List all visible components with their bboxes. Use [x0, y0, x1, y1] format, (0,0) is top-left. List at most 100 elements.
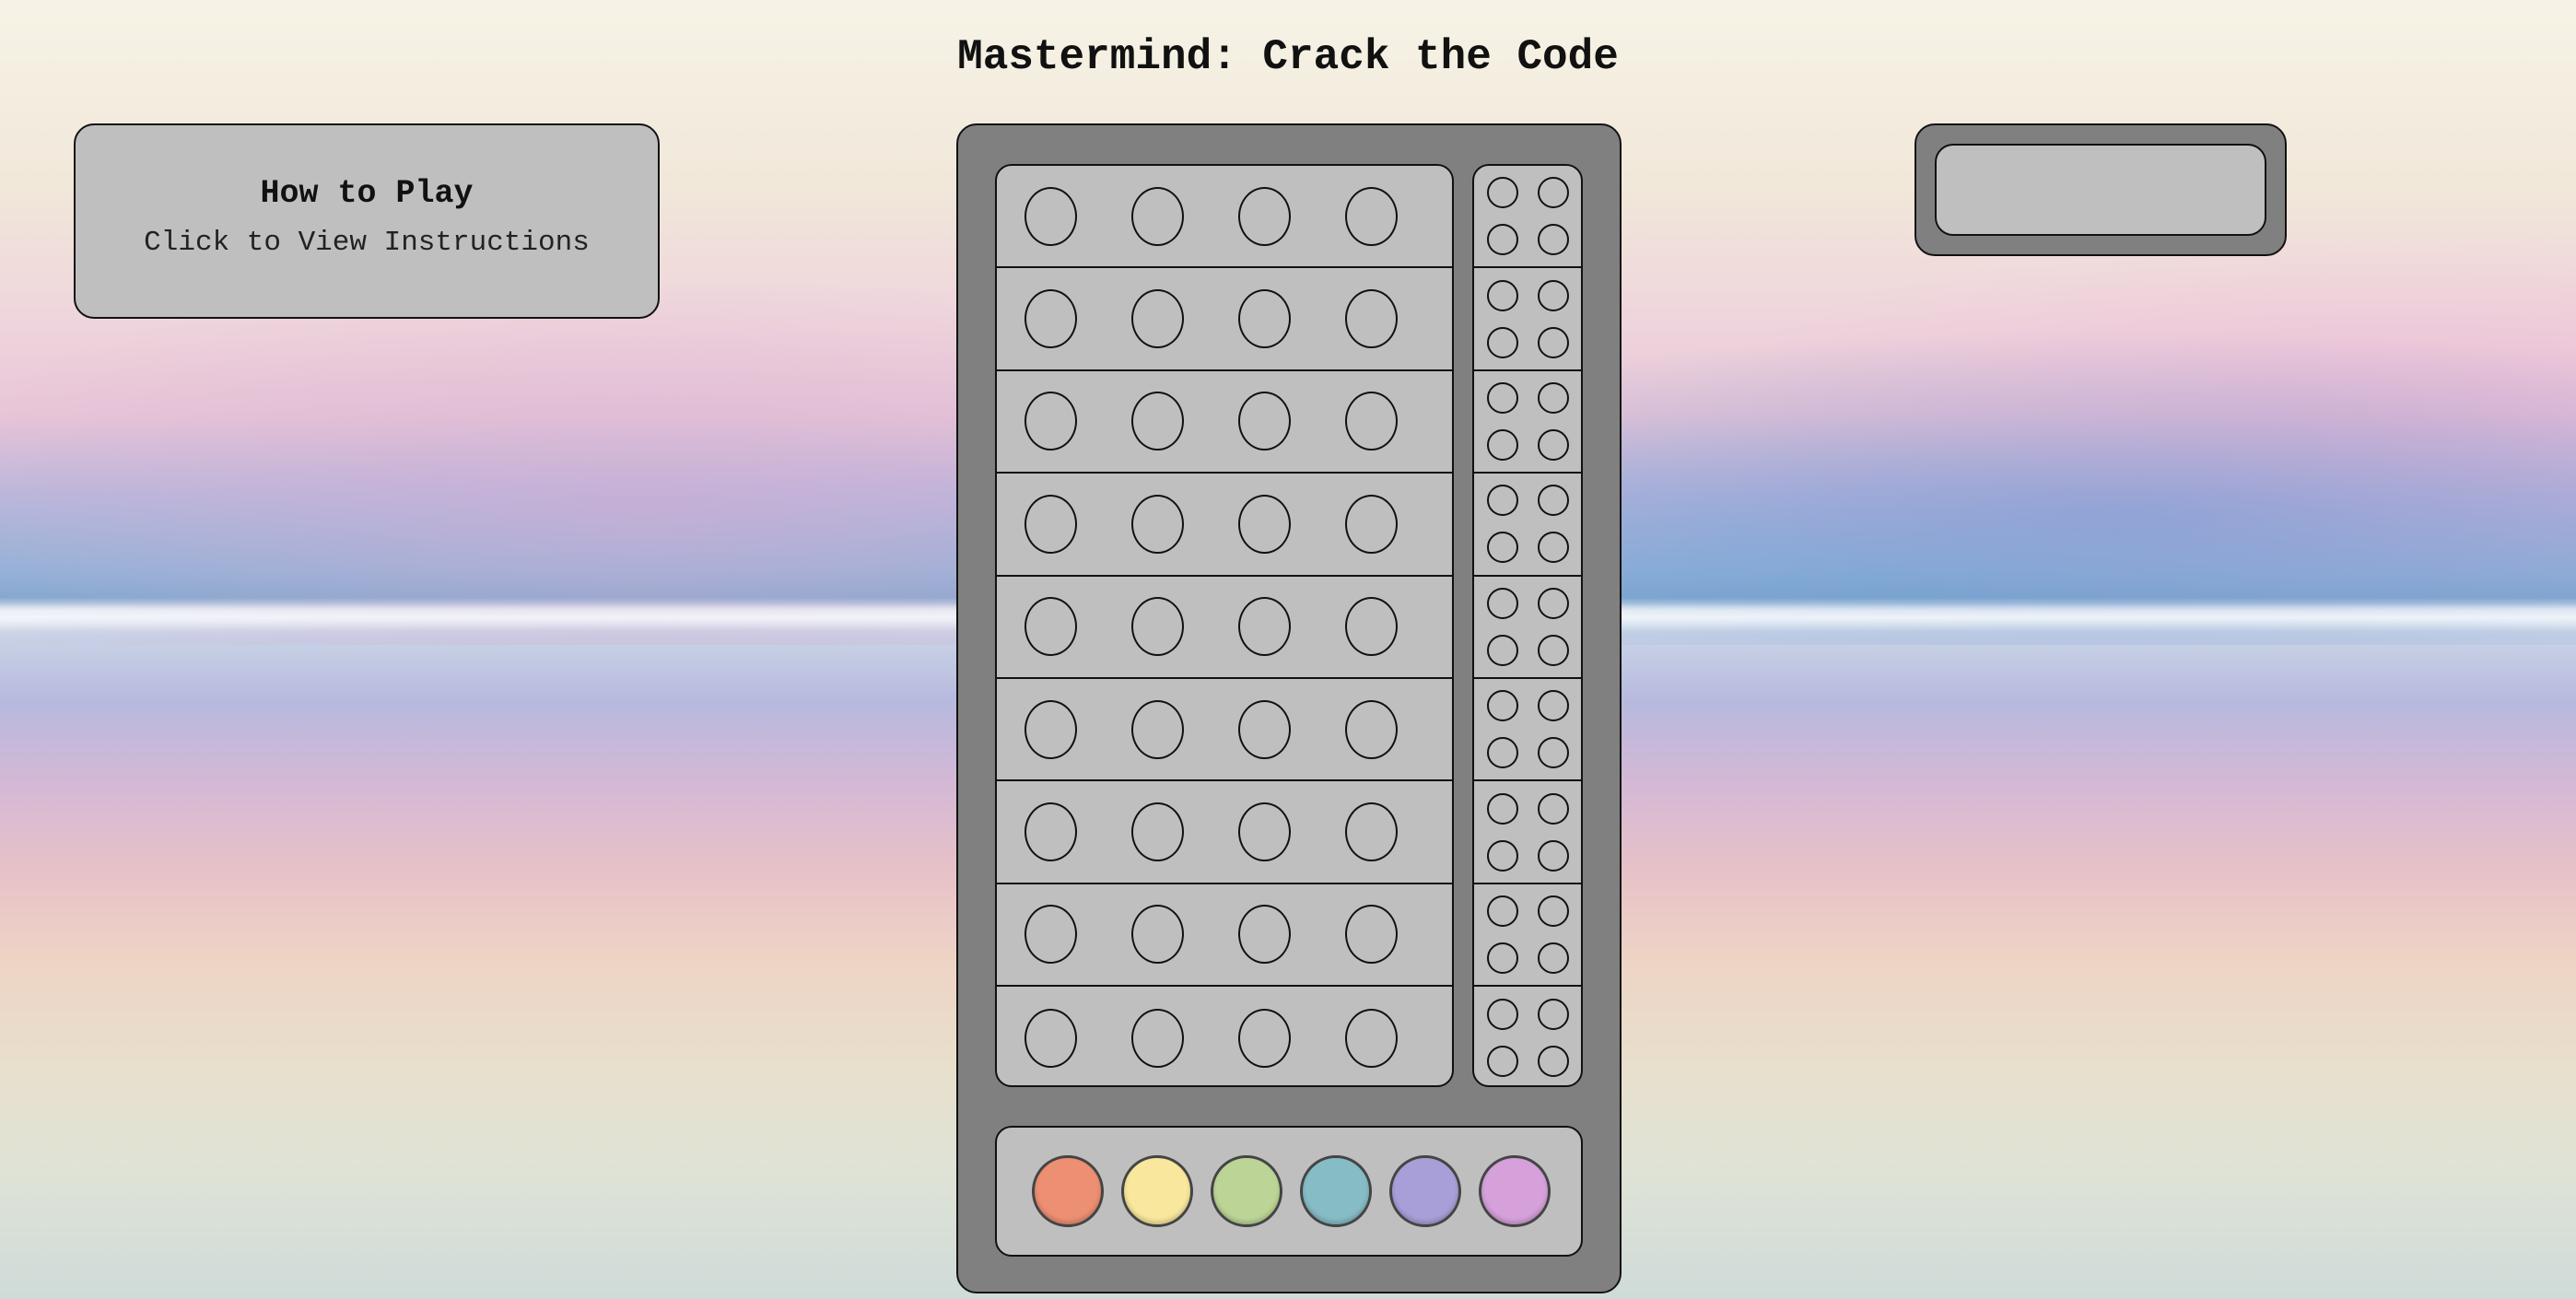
- guess-row: [997, 474, 1452, 577]
- feedback-peg-slot: [1537, 224, 1569, 256]
- guess-peg-slot[interactable]: [1025, 289, 1077, 349]
- guess-peg-slot[interactable]: [1025, 905, 1077, 965]
- guess-peg-slot[interactable]: [1025, 597, 1077, 657]
- guess-peg-slot[interactable]: [1131, 699, 1184, 759]
- guess-peg-slot[interactable]: [1238, 699, 1291, 759]
- guess-row: [997, 884, 1452, 988]
- feedback-row: [1474, 987, 1581, 1085]
- guess-peg-slot[interactable]: [1131, 186, 1184, 246]
- guess-row: [997, 781, 1452, 884]
- color-peg-button[interactable]: [1300, 1155, 1372, 1227]
- guess-peg-slot[interactable]: [1025, 186, 1077, 246]
- guess-peg-slot[interactable]: [1345, 392, 1398, 451]
- feedback-row: [1474, 166, 1581, 269]
- page-title: Mastermind: Crack the Code: [957, 33, 1619, 81]
- color-peg-button[interactable]: [1389, 1155, 1461, 1227]
- guess-peg-slot[interactable]: [1025, 392, 1077, 451]
- feedback-peg-slot: [1537, 1046, 1569, 1078]
- guess-peg-slot[interactable]: [1238, 392, 1291, 451]
- feedback-peg-slot: [1486, 737, 1518, 769]
- feedback-row: [1474, 268, 1581, 371]
- feedback-peg-slot: [1486, 177, 1518, 209]
- guess-peg-slot[interactable]: [1345, 494, 1398, 554]
- guess-peg-slot[interactable]: [1238, 1008, 1291, 1068]
- guess-peg-slot[interactable]: [1345, 597, 1398, 657]
- guess-peg-slot[interactable]: [1345, 1008, 1398, 1068]
- feedback-peg-slot: [1537, 792, 1569, 825]
- guess-row: [997, 268, 1452, 371]
- feedback-peg-slot: [1486, 895, 1518, 927]
- feedback-peg-slot: [1537, 634, 1569, 666]
- color-palette: [995, 1126, 1583, 1257]
- guess-peg-slot[interactable]: [1025, 1008, 1077, 1068]
- guess-peg-slot[interactable]: [1345, 699, 1398, 759]
- guess-peg-slot[interactable]: [1238, 494, 1291, 554]
- how-to-play-title: How to Play: [260, 175, 474, 212]
- guess-grid: [995, 164, 1454, 1087]
- guess-peg-slot[interactable]: [1345, 289, 1398, 349]
- guess-row: [997, 987, 1452, 1085]
- feedback-peg-slot: [1537, 942, 1569, 974]
- feedback-peg-slot: [1537, 532, 1569, 564]
- status-display: [1935, 144, 2266, 236]
- guess-row: [997, 371, 1452, 474]
- guess-peg-slot[interactable]: [1131, 802, 1184, 862]
- feedback-peg-slot: [1537, 587, 1569, 619]
- feedback-peg-slot: [1537, 737, 1569, 769]
- color-peg-button[interactable]: [1211, 1155, 1282, 1227]
- feedback-row: [1474, 577, 1581, 679]
- feedback-peg-slot: [1537, 326, 1569, 358]
- feedback-row: [1474, 781, 1581, 884]
- guess-peg-slot[interactable]: [1131, 494, 1184, 554]
- guess-peg-slot[interactable]: [1025, 802, 1077, 862]
- guess-row: [997, 577, 1452, 679]
- feedback-grid: [1472, 164, 1583, 1087]
- guess-peg-slot[interactable]: [1238, 802, 1291, 862]
- color-peg-button[interactable]: [1479, 1155, 1551, 1227]
- feedback-peg-slot: [1537, 999, 1569, 1031]
- feedback-row: [1474, 371, 1581, 474]
- guess-peg-slot[interactable]: [1238, 186, 1291, 246]
- guess-peg-slot[interactable]: [1345, 905, 1398, 965]
- feedback-row: [1474, 474, 1581, 577]
- guess-peg-slot[interactable]: [1131, 905, 1184, 965]
- feedback-peg-slot: [1486, 999, 1518, 1031]
- color-peg-button[interactable]: [1032, 1155, 1104, 1227]
- view-instructions-link[interactable]: Click to View Instructions: [76, 227, 658, 259]
- feedback-peg-slot: [1486, 224, 1518, 256]
- feedback-peg-slot: [1486, 279, 1518, 311]
- feedback-peg-slot: [1537, 381, 1569, 414]
- feedback-peg-slot: [1486, 532, 1518, 564]
- status-panel: [1914, 123, 2287, 256]
- guess-peg-slot[interactable]: [1131, 597, 1184, 657]
- guess-peg-slot[interactable]: [1238, 905, 1291, 965]
- feedback-peg-slot: [1486, 485, 1518, 517]
- guess-peg-slot[interactable]: [1025, 699, 1077, 759]
- feedback-peg-slot: [1486, 942, 1518, 974]
- feedback-peg-slot: [1537, 485, 1569, 517]
- guess-peg-slot[interactable]: [1131, 1008, 1184, 1068]
- guess-row: [997, 679, 1452, 782]
- guess-peg-slot[interactable]: [1131, 392, 1184, 451]
- guess-row: [997, 166, 1452, 269]
- feedback-peg-slot: [1486, 326, 1518, 358]
- feedback-peg-slot: [1486, 428, 1518, 461]
- feedback-peg-slot: [1537, 279, 1569, 311]
- color-peg-button[interactable]: [1121, 1155, 1193, 1227]
- feedback-peg-slot: [1486, 587, 1518, 619]
- guess-peg-slot[interactable]: [1345, 802, 1398, 862]
- feedback-peg-slot: [1537, 428, 1569, 461]
- feedback-peg-slot: [1486, 792, 1518, 825]
- guess-peg-slot[interactable]: [1238, 597, 1291, 657]
- feedback-peg-slot: [1537, 690, 1569, 722]
- guess-peg-slot[interactable]: [1025, 494, 1077, 554]
- guess-peg-slot[interactable]: [1238, 289, 1291, 349]
- guess-peg-slot[interactable]: [1345, 186, 1398, 246]
- feedback-peg-slot: [1486, 634, 1518, 666]
- guess-peg-slot[interactable]: [1131, 289, 1184, 349]
- feedback-peg-slot: [1537, 839, 1569, 872]
- feedback-row: [1474, 679, 1581, 782]
- feedback-peg-slot: [1537, 177, 1569, 209]
- how-to-play-panel[interactable]: How to Play Click to View Instructions: [74, 123, 660, 319]
- feedback-peg-slot: [1486, 381, 1518, 414]
